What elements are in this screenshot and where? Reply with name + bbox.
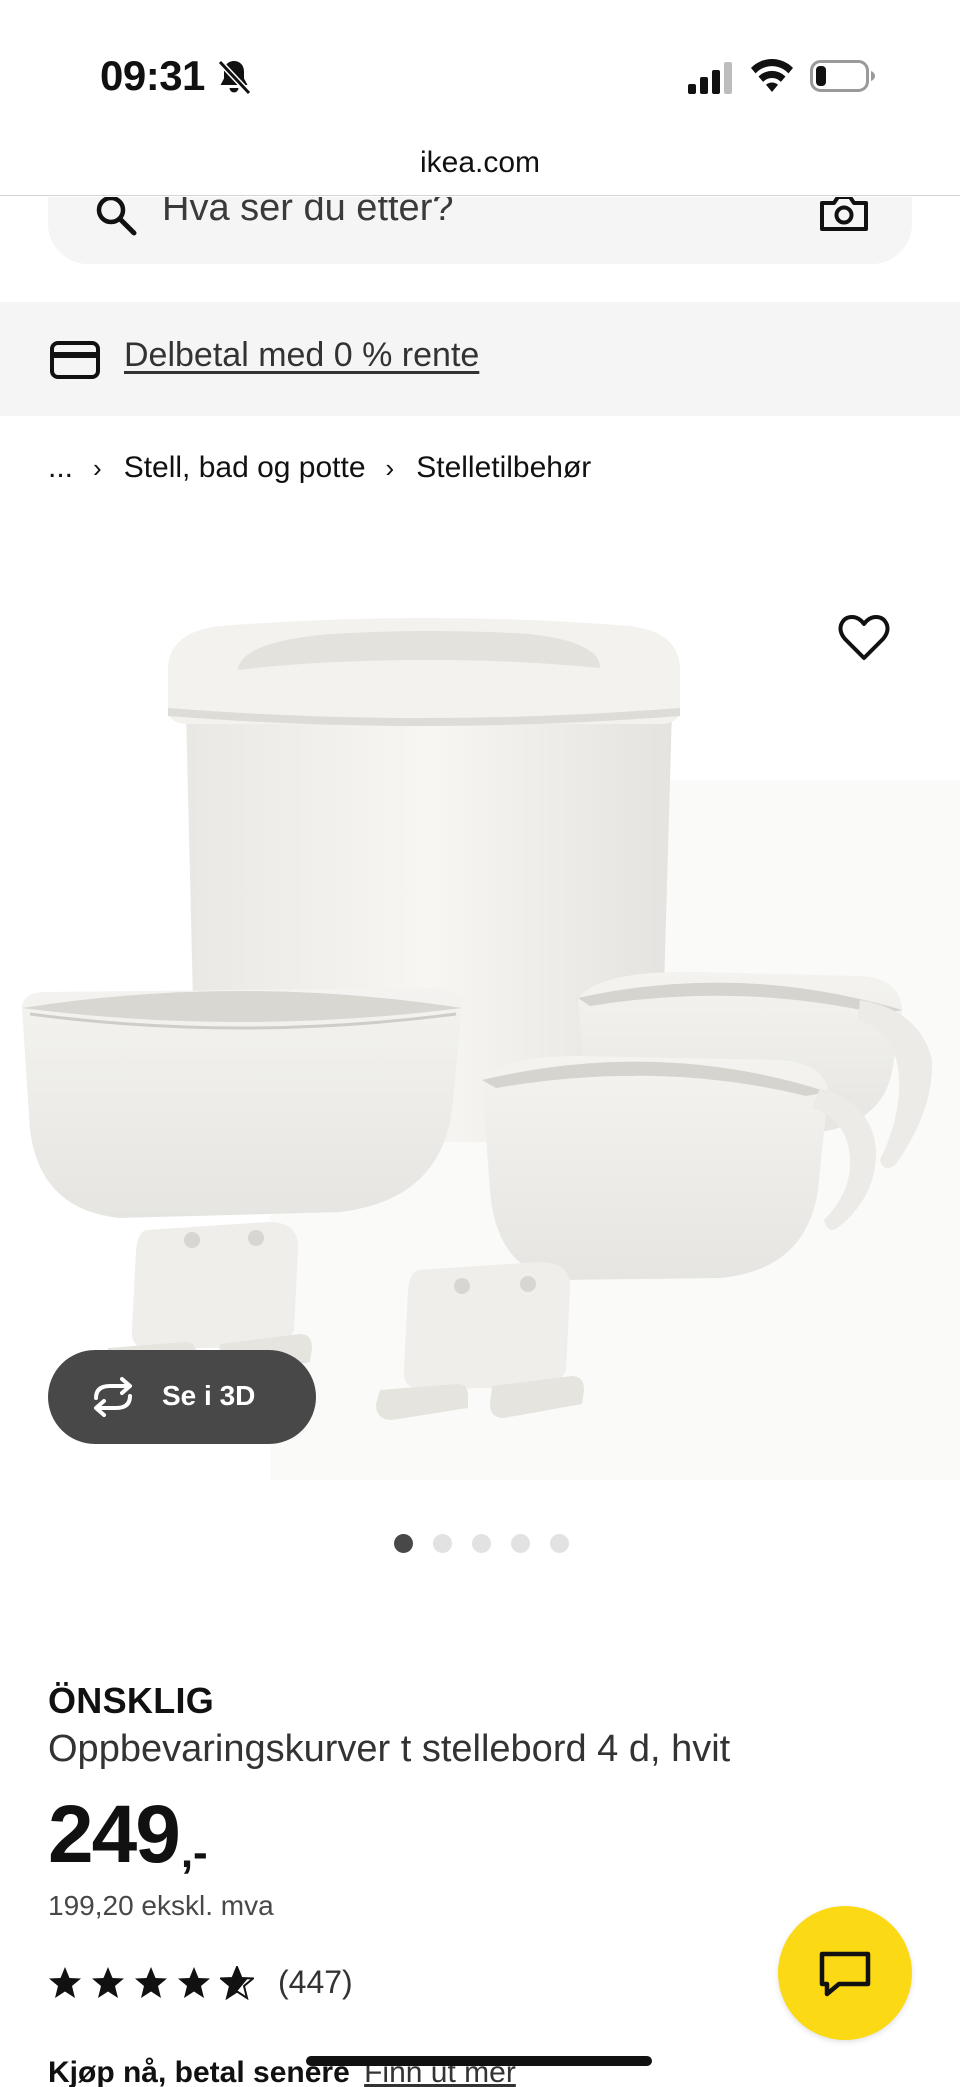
url-text: ikea.com bbox=[419, 146, 541, 179]
carousel-dots bbox=[394, 1534, 569, 1553]
cellular-signal-icon bbox=[688, 62, 732, 94]
battery-low-icon bbox=[810, 60, 875, 92]
chat-bubble-icon bbox=[819, 1951, 871, 1997]
credit-card-icon bbox=[50, 341, 100, 379]
price-amount: 249 bbox=[48, 1789, 181, 1880]
star-half-icon bbox=[220, 1965, 254, 2000]
status-time: 09:31 bbox=[100, 52, 205, 99]
carousel-dot[interactable] bbox=[472, 1534, 491, 1553]
status-bar: 09:31 bbox=[0, 0, 960, 130]
view-in-3d-label: Se i 3D bbox=[162, 1380, 256, 1411]
breadcrumb-item-category[interactable]: Stell, bad og potte bbox=[124, 451, 366, 485]
search-input[interactable] bbox=[162, 197, 802, 233]
breadcrumb-ellipsis[interactable]: ... bbox=[48, 451, 73, 485]
carousel-dot[interactable] bbox=[550, 1534, 569, 1553]
chevron-right-icon: › bbox=[385, 452, 395, 483]
breadcrumb-item-subcategory[interactable]: Stelletilbehør bbox=[416, 451, 591, 485]
product-description: Oppbevaringskurver t stellebord 4 d, hvi… bbox=[48, 1728, 731, 1770]
wifi-icon bbox=[751, 59, 793, 92]
price-suffix: ,- bbox=[180, 1828, 208, 1877]
product-brand: ÖNSKLIG bbox=[48, 1680, 215, 1721]
review-count[interactable]: (447) bbox=[278, 1964, 353, 2001]
star-filled-icon bbox=[178, 1966, 210, 1998]
search-icon[interactable] bbox=[94, 197, 138, 237]
browser-url-bar[interactable]: ikea.com bbox=[0, 130, 960, 196]
breadcrumb: ... › Stell, bad og potte › Stelletilbeh… bbox=[48, 448, 591, 488]
product-price: 249 ,- bbox=[48, 1790, 208, 1880]
carousel-dot[interactable] bbox=[511, 1534, 530, 1553]
star-filled-icon bbox=[135, 1966, 167, 1998]
chat-button[interactable] bbox=[778, 1906, 912, 2040]
star-filled-icon bbox=[49, 1966, 81, 1998]
home-indicator[interactable] bbox=[306, 2056, 652, 2066]
price-excl-vat: 199,20 ekskl. mva bbox=[48, 1890, 274, 1921]
carousel-dot[interactable] bbox=[433, 1534, 452, 1553]
chevron-right-icon: › bbox=[93, 452, 102, 483]
search-bar[interactable] bbox=[48, 197, 912, 264]
bnpl-text: Kjøp nå, betal senere bbox=[48, 2056, 350, 2087]
bell-slash-icon bbox=[217, 59, 252, 96]
promo-banner: Delbetal med 0 % rente bbox=[0, 302, 960, 416]
star-filled-icon bbox=[92, 1966, 124, 1998]
carousel-dot[interactable] bbox=[394, 1534, 413, 1553]
view-in-3d-button[interactable]: Se i 3D bbox=[48, 1350, 316, 1444]
rotate-3d-icon bbox=[94, 1377, 132, 1417]
rating-stars bbox=[48, 1965, 254, 2000]
product-rating[interactable]: (447) bbox=[48, 1964, 353, 2001]
camera-icon[interactable] bbox=[820, 197, 868, 231]
heart-outline-icon[interactable] bbox=[838, 614, 890, 662]
installment-link[interactable]: Delbetal med 0 % rente bbox=[124, 336, 479, 375]
